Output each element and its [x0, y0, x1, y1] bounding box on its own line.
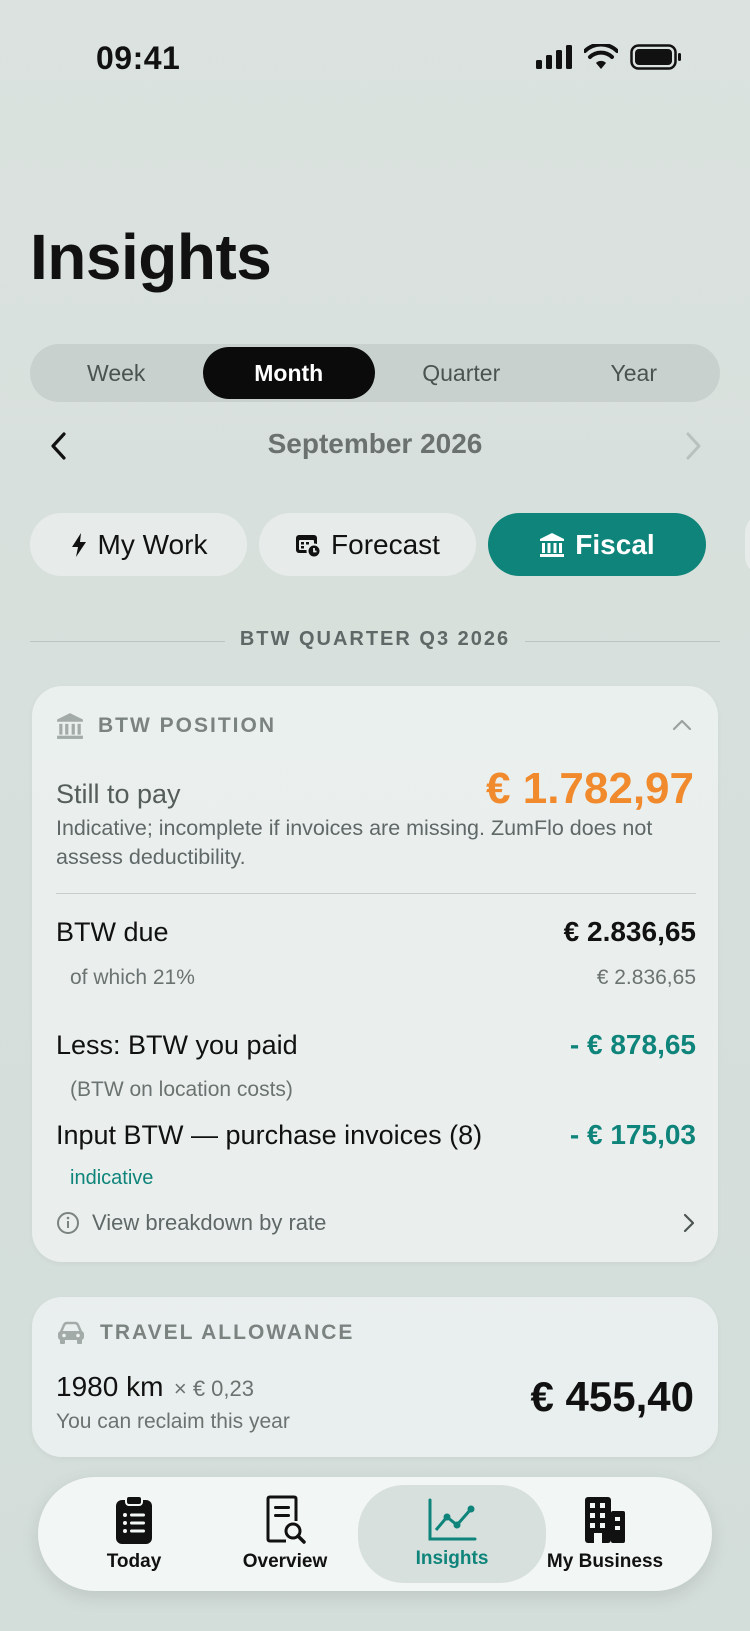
pill-fiscal[interactable]: Fiscal — [488, 513, 706, 576]
card-header: BTW POSITION — [56, 712, 276, 740]
still-to-pay-label: Still to pay — [56, 779, 181, 809]
document-search-icon — [266, 1495, 306, 1544]
btw-due-label: BTW due — [56, 917, 169, 947]
pill-my-work[interactable]: My Work — [30, 513, 247, 576]
period-segmented-control: Week Month Quarter Year — [30, 344, 720, 402]
divider — [56, 893, 696, 894]
input-btw-row: Input BTW — purchase invoices (8) - € 17… — [56, 1119, 696, 1151]
tab-today[interactable]: Today — [72, 1477, 196, 1591]
btw-due-value: € 2.836,65 — [563, 916, 696, 947]
status-time: 09:41 — [96, 40, 181, 76]
reclaim-subtitle: You can reclaim this year — [56, 1410, 290, 1433]
pill-label: My Work — [97, 528, 208, 560]
btw-due-sub-label: of which 21% — [70, 966, 195, 989]
pill-forecast[interactable]: Forecast — [259, 513, 476, 576]
btw-paid-label: Less: BTW you paid — [56, 1030, 298, 1060]
btw-paid-row: Less: BTW you paid - € 878,65 — [56, 1029, 696, 1061]
tab-insights[interactable]: Insights — [358, 1485, 546, 1583]
page-title: Insights — [30, 221, 272, 293]
tab-label: My Business — [546, 1551, 664, 1572]
line-chart-icon — [428, 1498, 477, 1541]
section-heading-text: BTW QUARTER Q3 2026 — [239, 628, 511, 650]
period-tab-week[interactable]: Week — [30, 344, 203, 402]
pill-label: Forecast — [331, 528, 440, 560]
wifi-icon — [584, 44, 618, 69]
chevron-right-icon[interactable] — [678, 428, 708, 464]
period-label: September 2026 — [267, 428, 483, 459]
btw-paid-value: - € 878,65 — [569, 1029, 696, 1060]
cellular-signal-icon — [536, 45, 572, 69]
card-title: TRAVEL ALLOWANCE — [100, 1321, 355, 1344]
period-tab-month[interactable]: Month — [202, 347, 375, 399]
input-btw-label: Input BTW — purchase invoices (8) — [56, 1120, 483, 1150]
tab-label: Insights — [415, 1548, 489, 1569]
view-pills: My Work Forecast Fiscal — [30, 513, 706, 576]
tab-overview[interactable]: Overview — [218, 1477, 352, 1591]
travel-allowance-card: TRAVEL ALLOWANCE 1980 km × € 0,23 You ca… — [32, 1297, 718, 1457]
bank-icon — [57, 713, 83, 739]
distance-value: 1980 km — [56, 1371, 164, 1402]
building-icon — [585, 1497, 625, 1543]
btw-paid-sub-label: (BTW on location costs) — [70, 1078, 293, 1101]
period-tab-year[interactable]: Year — [548, 344, 721, 402]
tab-my-business[interactable]: My Business — [532, 1477, 678, 1591]
btw-due-row: BTW due € 2.836,65 — [56, 916, 696, 948]
card-title: BTW POSITION — [98, 714, 276, 737]
status-icons — [536, 44, 682, 70]
info-icon — [57, 1212, 79, 1234]
rate-value: × € 0,23 — [173, 1376, 254, 1401]
still-to-pay-row: Still to pay € 1.782,97 — [56, 764, 694, 814]
distance-line: 1980 km × € 0,23 — [56, 1371, 254, 1403]
indicative-tag: indicative — [70, 1167, 154, 1189]
clipboard-list-icon — [116, 1495, 152, 1544]
bolt-icon — [71, 532, 86, 557]
section-heading: BTW QUARTER Q3 2026 — [0, 628, 750, 651]
btw-position-card: BTW POSITION Still to pay € 1.782,97 Ind… — [32, 686, 718, 1262]
car-icon — [58, 1321, 84, 1344]
travel-amount: € 455,40 — [530, 1373, 695, 1420]
input-btw-value: - € 175,03 — [569, 1119, 696, 1150]
calendar-clock-icon — [296, 534, 322, 558]
tab-label: Overview — [242, 1551, 328, 1572]
battery-icon — [630, 44, 681, 70]
bank-icon — [540, 532, 565, 557]
still-to-pay-value: € 1.782,97 — [486, 764, 694, 813]
pill-label: Fiscal — [575, 528, 655, 560]
disclaimer-text: Indicative; incomplete if invoices are m… — [56, 816, 653, 869]
period-tab-quarter[interactable]: Quarter — [375, 344, 548, 402]
btw-due-sub-value: € 2.836,65 — [596, 966, 696, 989]
chevron-up-icon[interactable] — [672, 718, 692, 732]
btw-due-sub-row: of which 21% € 2.836,65 — [70, 966, 696, 990]
view-breakdown-label: View breakdown by rate — [92, 1210, 327, 1235]
bottom-tab-bar: Today Overview Insights My Business — [38, 1477, 712, 1591]
card-header: TRAVEL ALLOWANCE — [56, 1321, 354, 1345]
view-breakdown-link[interactable]: View breakdown by rate — [56, 1210, 696, 1236]
tab-label: Today — [106, 1551, 162, 1572]
pill-overflow[interactable] — [745, 513, 750, 576]
chevron-right-icon — [683, 1213, 695, 1233]
